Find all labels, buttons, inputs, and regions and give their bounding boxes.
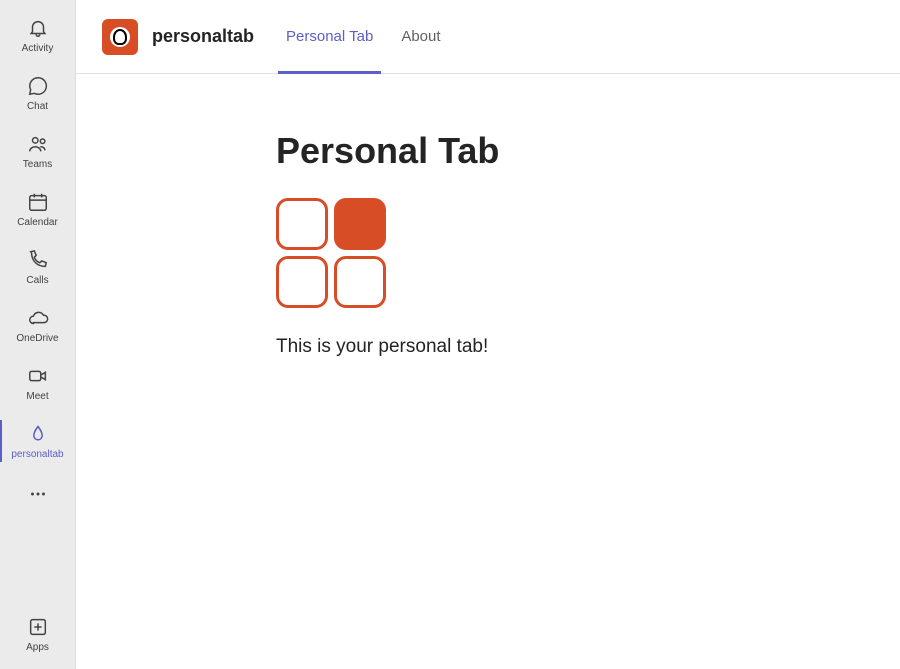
rail-item-calls[interactable]: Calls <box>0 238 76 296</box>
rail-item-apps[interactable]: Apps <box>0 605 76 663</box>
rail-label: Apps <box>26 642 49 653</box>
rail-item-teams[interactable]: Teams <box>0 122 76 180</box>
tab-label: Personal Tab <box>286 28 373 45</box>
grid-cell <box>276 198 328 250</box>
rail-label: Chat <box>27 101 48 112</box>
phone-icon <box>26 248 50 272</box>
rail-label: personaltab <box>11 449 63 460</box>
rail-item-activity[interactable]: Activity <box>0 6 76 64</box>
chat-icon <box>26 74 50 98</box>
grid-cell <box>334 256 386 308</box>
rail-item-personaltab[interactable]: personaltab <box>0 412 76 470</box>
teams-icon <box>26 132 50 156</box>
tab-label: About <box>401 28 440 45</box>
rail-label: Activity <box>22 43 54 54</box>
tab-personal-tab[interactable]: Personal Tab <box>276 0 383 73</box>
grid-graphic-icon <box>276 198 386 308</box>
page-body-text: This is your personal tab! <box>276 336 900 358</box>
tab-list: Personal Tab About <box>276 0 459 73</box>
rail-label: Calendar <box>17 217 58 228</box>
grid-cell <box>276 256 328 308</box>
page-title: Personal Tab <box>276 130 900 172</box>
personaltab-icon <box>26 422 50 446</box>
grid-cell-filled <box>334 198 386 250</box>
app-logo-icon <box>110 27 130 47</box>
tab-content: Personal Tab This is your personal tab! <box>76 74 900 669</box>
rail-item-meet[interactable]: Meet <box>0 354 76 412</box>
rail-label: OneDrive <box>16 333 58 344</box>
app-rail: Activity Chat Teams <box>0 0 76 669</box>
rail-item-chat[interactable]: Chat <box>0 64 76 122</box>
rail-item-calendar[interactable]: Calendar <box>0 180 76 238</box>
rail-more-button[interactable] <box>0 470 76 518</box>
apps-icon <box>26 615 50 639</box>
more-icon <box>26 482 50 506</box>
video-icon <box>26 364 50 388</box>
app-container: Activity Chat Teams <box>0 0 900 669</box>
tab-about[interactable]: About <box>391 0 450 73</box>
app-title: personaltab <box>152 26 254 47</box>
bell-icon <box>26 16 50 40</box>
rail-label: Teams <box>23 159 52 170</box>
rail-label: Meet <box>26 391 48 402</box>
cloud-icon <box>26 306 50 330</box>
app-logo <box>102 19 138 55</box>
rail-item-onedrive[interactable]: OneDrive <box>0 296 76 354</box>
main-area: personaltab Personal Tab About Personal … <box>76 0 900 669</box>
app-header: personaltab Personal Tab About <box>76 0 900 74</box>
calendar-icon <box>26 190 50 214</box>
rail-label: Calls <box>26 275 48 286</box>
